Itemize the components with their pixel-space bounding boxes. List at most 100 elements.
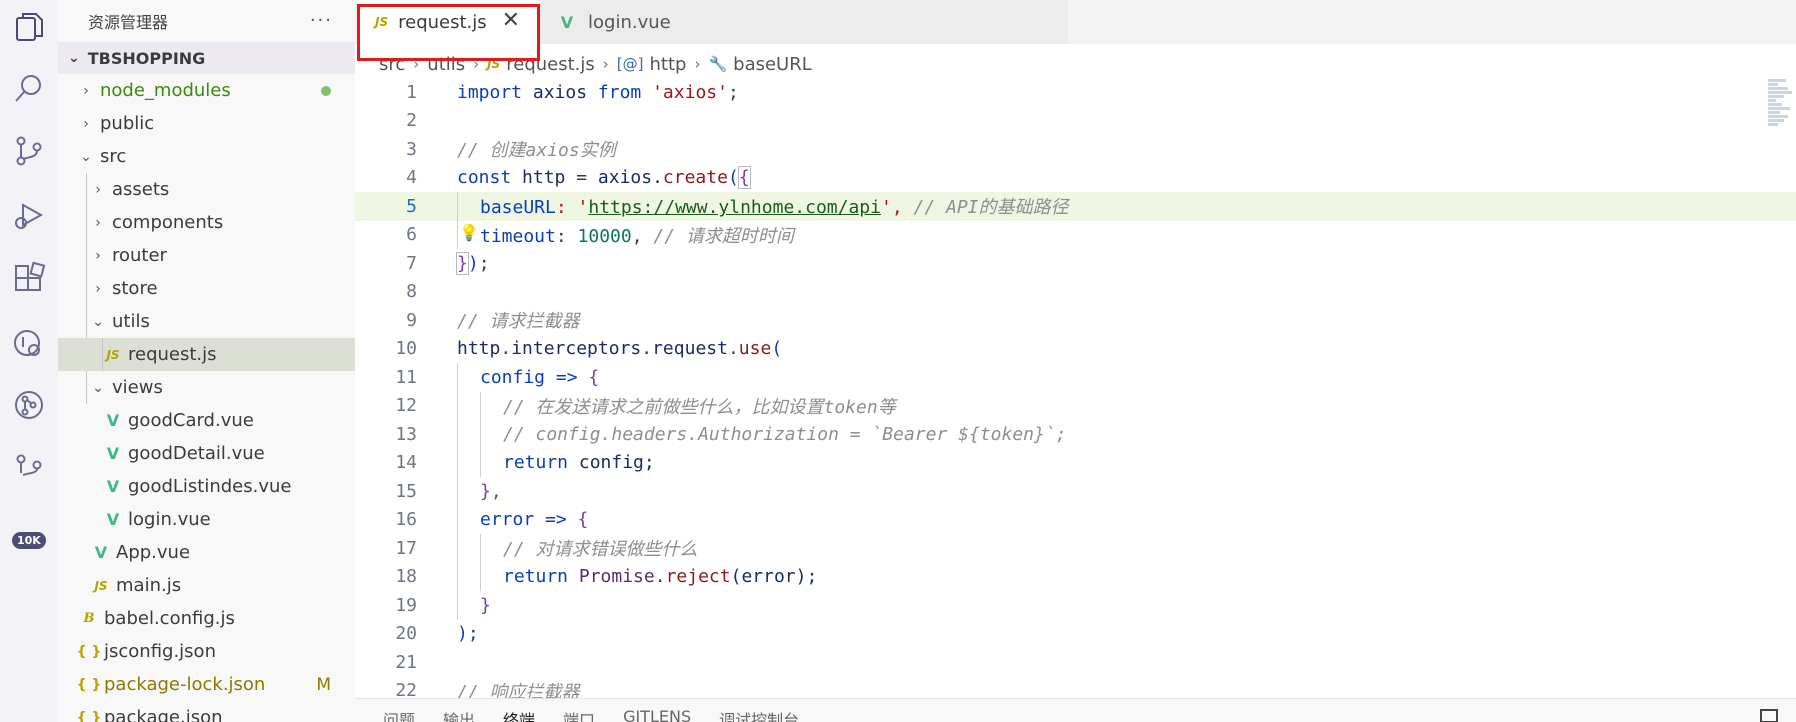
gitlens-icon[interactable] bbox=[0, 446, 58, 492]
remote-explorer-icon[interactable] bbox=[0, 320, 58, 366]
tree-folder-router[interactable]: › router bbox=[58, 239, 355, 272]
code-text: baseURL: 'https://www.ylnhome.com/api', … bbox=[480, 197, 1069, 219]
code-comment: // config.headers.Authorization = `Beare… bbox=[503, 423, 1067, 445]
panel-tab-gitlens[interactable]: GITLENS bbox=[623, 707, 691, 722]
tree-folder-components[interactable]: › components bbox=[58, 206, 355, 239]
code-line[interactable]: 20 ); bbox=[355, 620, 1796, 649]
code-line[interactable]: 18 return Promise.reject(error); bbox=[355, 562, 1796, 591]
minimap[interactable] bbox=[1768, 78, 1796, 168]
indent-guide bbox=[86, 272, 87, 305]
tree-file-jsconfig[interactable]: { } jsconfig.json bbox=[58, 635, 355, 668]
tree-file-gooddetail-vue[interactable]: V goodDetail.vue bbox=[58, 437, 355, 470]
code-line[interactable]: 2 bbox=[355, 107, 1796, 136]
breadcrumb-item[interactable]: src bbox=[379, 54, 405, 75]
chevron-right-icon: › bbox=[694, 55, 701, 73]
git-graph-icon[interactable] bbox=[0, 382, 58, 428]
tree-file-babel-config[interactable]: B babel.config.js bbox=[58, 602, 355, 635]
breadcrumb: src › utils › JS request.js › [@] http ›… bbox=[379, 50, 812, 78]
close-icon[interactable]: ✕ bbox=[502, 8, 520, 33]
tab-request-js[interactable]: JS request.js ✕ bbox=[357, 0, 538, 44]
panel-tab-ports[interactable]: 端口 bbox=[563, 707, 595, 722]
panel-tab-terminal[interactable]: 终端 bbox=[503, 707, 535, 722]
code-line[interactable]: 13 // config.headers.Authorization = `Be… bbox=[355, 420, 1796, 449]
sidebar-title: 资源管理器 bbox=[88, 13, 169, 32]
more-actions-icon[interactable]: ··· bbox=[310, 10, 333, 31]
breadcrumb-item[interactable]: http bbox=[650, 54, 687, 75]
tree-folder-public[interactable]: › public bbox=[58, 107, 355, 140]
json-file-icon: { } bbox=[76, 676, 102, 693]
code-line[interactable]: 6 💡 timeout: 10000, // 请求超时时间 bbox=[355, 220, 1796, 249]
tree-file-request-js[interactable]: JS request.js bbox=[58, 338, 355, 371]
tree-folder-store[interactable]: › store bbox=[58, 272, 355, 305]
code-line[interactable]: 4 const http = axios.create({ bbox=[355, 164, 1796, 193]
tree-file-main-js[interactable]: JS main.js bbox=[58, 569, 355, 602]
variable-icon: [@] bbox=[616, 55, 644, 73]
code-line[interactable]: 21 bbox=[355, 648, 1796, 677]
tree-file-goodcard-vue[interactable]: V goodCard.vue bbox=[58, 404, 355, 437]
explorer-icon[interactable] bbox=[0, 4, 58, 50]
code-line[interactable]: 10 http.interceptors.request.use( bbox=[355, 335, 1796, 364]
tree-item-label: assets bbox=[112, 179, 170, 200]
search-icon[interactable] bbox=[0, 66, 58, 112]
layout-icon[interactable] bbox=[1760, 709, 1778, 722]
extensions-icon[interactable] bbox=[0, 256, 58, 302]
run-debug-icon[interactable] bbox=[0, 192, 58, 238]
indent-guide bbox=[457, 562, 458, 591]
panel-tab-problems[interactable]: 问题 bbox=[383, 707, 415, 722]
source-control-icon[interactable] bbox=[0, 128, 58, 174]
code-line[interactable]: 16 error => { bbox=[355, 505, 1796, 534]
tree-item-label: goodDetail.vue bbox=[128, 443, 265, 464]
project-section[interactable]: ⌄ TBSHOPPING bbox=[58, 42, 355, 74]
vue-file-icon: V bbox=[560, 12, 574, 32]
minimap-line bbox=[1768, 119, 1784, 122]
code-comment: // 对请求错误做些什么 bbox=[503, 539, 698, 561]
indent-guide bbox=[480, 534, 481, 563]
code-line[interactable]: 11 config => { bbox=[355, 363, 1796, 392]
code-comment: // 在发送请求之前做些什么，比如设置token等 bbox=[503, 396, 896, 418]
tree-folder-src[interactable]: ⌄ src bbox=[58, 140, 355, 173]
code-line[interactable]: 9 // 请求拦截器 bbox=[355, 306, 1796, 335]
minimap-line bbox=[1768, 95, 1784, 98]
tree-file-package-json[interactable]: { } package.json bbox=[58, 701, 355, 722]
code-line[interactable]: 1 import axios from 'axios'; bbox=[355, 78, 1796, 107]
tree-folder-views[interactable]: ⌄ views bbox=[58, 371, 355, 404]
code-text: }, bbox=[480, 480, 502, 502]
code-line[interactable]: 19 } bbox=[355, 591, 1796, 620]
chevron-right-icon: › bbox=[83, 115, 89, 132]
code-line[interactable]: 15 }, bbox=[355, 477, 1796, 506]
breadcrumb-item[interactable]: request.js bbox=[506, 54, 595, 75]
editor-tabs: JS request.js ✕ V login.vue bbox=[355, 0, 1796, 44]
tree-item-label: jsconfig.json bbox=[104, 641, 216, 662]
code-line[interactable]: 8 bbox=[355, 278, 1796, 307]
tree-file-app-vue[interactable]: V App.vue bbox=[58, 536, 355, 569]
code-text: return Promise.reject(error); bbox=[503, 566, 818, 588]
js-file-icon: JS bbox=[94, 578, 108, 593]
line-number: 21 bbox=[395, 651, 417, 673]
tree-folder-node-modules[interactable]: › node_modules bbox=[58, 74, 355, 107]
tree-item-label: request.js bbox=[128, 344, 217, 365]
tree-folder-assets[interactable]: › assets bbox=[58, 173, 355, 206]
code-line[interactable]: 3 // 创建axios实例 bbox=[355, 135, 1796, 164]
line-number: 16 bbox=[395, 509, 417, 531]
code-line[interactable]: 12 // 在发送请求之前做些什么，比如设置token等 bbox=[355, 391, 1796, 420]
tree-file-package-lock[interactable]: { } package-lock.json M bbox=[58, 668, 355, 701]
tree-folder-utils[interactable]: ⌄ utils bbox=[58, 305, 355, 338]
chevron-right-icon: › bbox=[413, 55, 420, 73]
tab-login-vue[interactable]: V login.vue bbox=[538, 0, 1068, 44]
breadcrumb-item[interactable]: baseURL bbox=[733, 54, 812, 75]
code-line[interactable]: 17 // 对请求错误做些什么 bbox=[355, 534, 1796, 563]
panel-tab-debug-console[interactable]: 调试控制台 bbox=[719, 707, 799, 722]
panel-tab-output[interactable]: 输出 bbox=[443, 707, 475, 722]
lightbulb-icon[interactable]: 💡 bbox=[459, 223, 479, 242]
code-line[interactable]: 7 }); bbox=[355, 249, 1796, 278]
code-line[interactable]: 14 return config; bbox=[355, 448, 1796, 477]
tree-file-goodlistindes-vue[interactable]: V goodListindes.vue bbox=[58, 470, 355, 503]
tree-file-login-vue[interactable]: V login.vue bbox=[58, 503, 355, 536]
indent-guide bbox=[86, 239, 87, 272]
code-line-current[interactable]: 5 baseURL: 'https://www.ylnhome.com/api'… bbox=[355, 192, 1796, 221]
panel-tab-bar: 问题 输出 终端 端口 GITLENS 调试控制台 bbox=[355, 698, 1796, 722]
breadcrumb-item[interactable]: utils bbox=[427, 54, 465, 75]
code-editor[interactable]: 1 import axios from 'axios'; 2 3 // 创建ax… bbox=[355, 78, 1796, 705]
chevron-down-icon: ⌄ bbox=[92, 379, 104, 396]
line-number: 4 bbox=[406, 167, 417, 189]
